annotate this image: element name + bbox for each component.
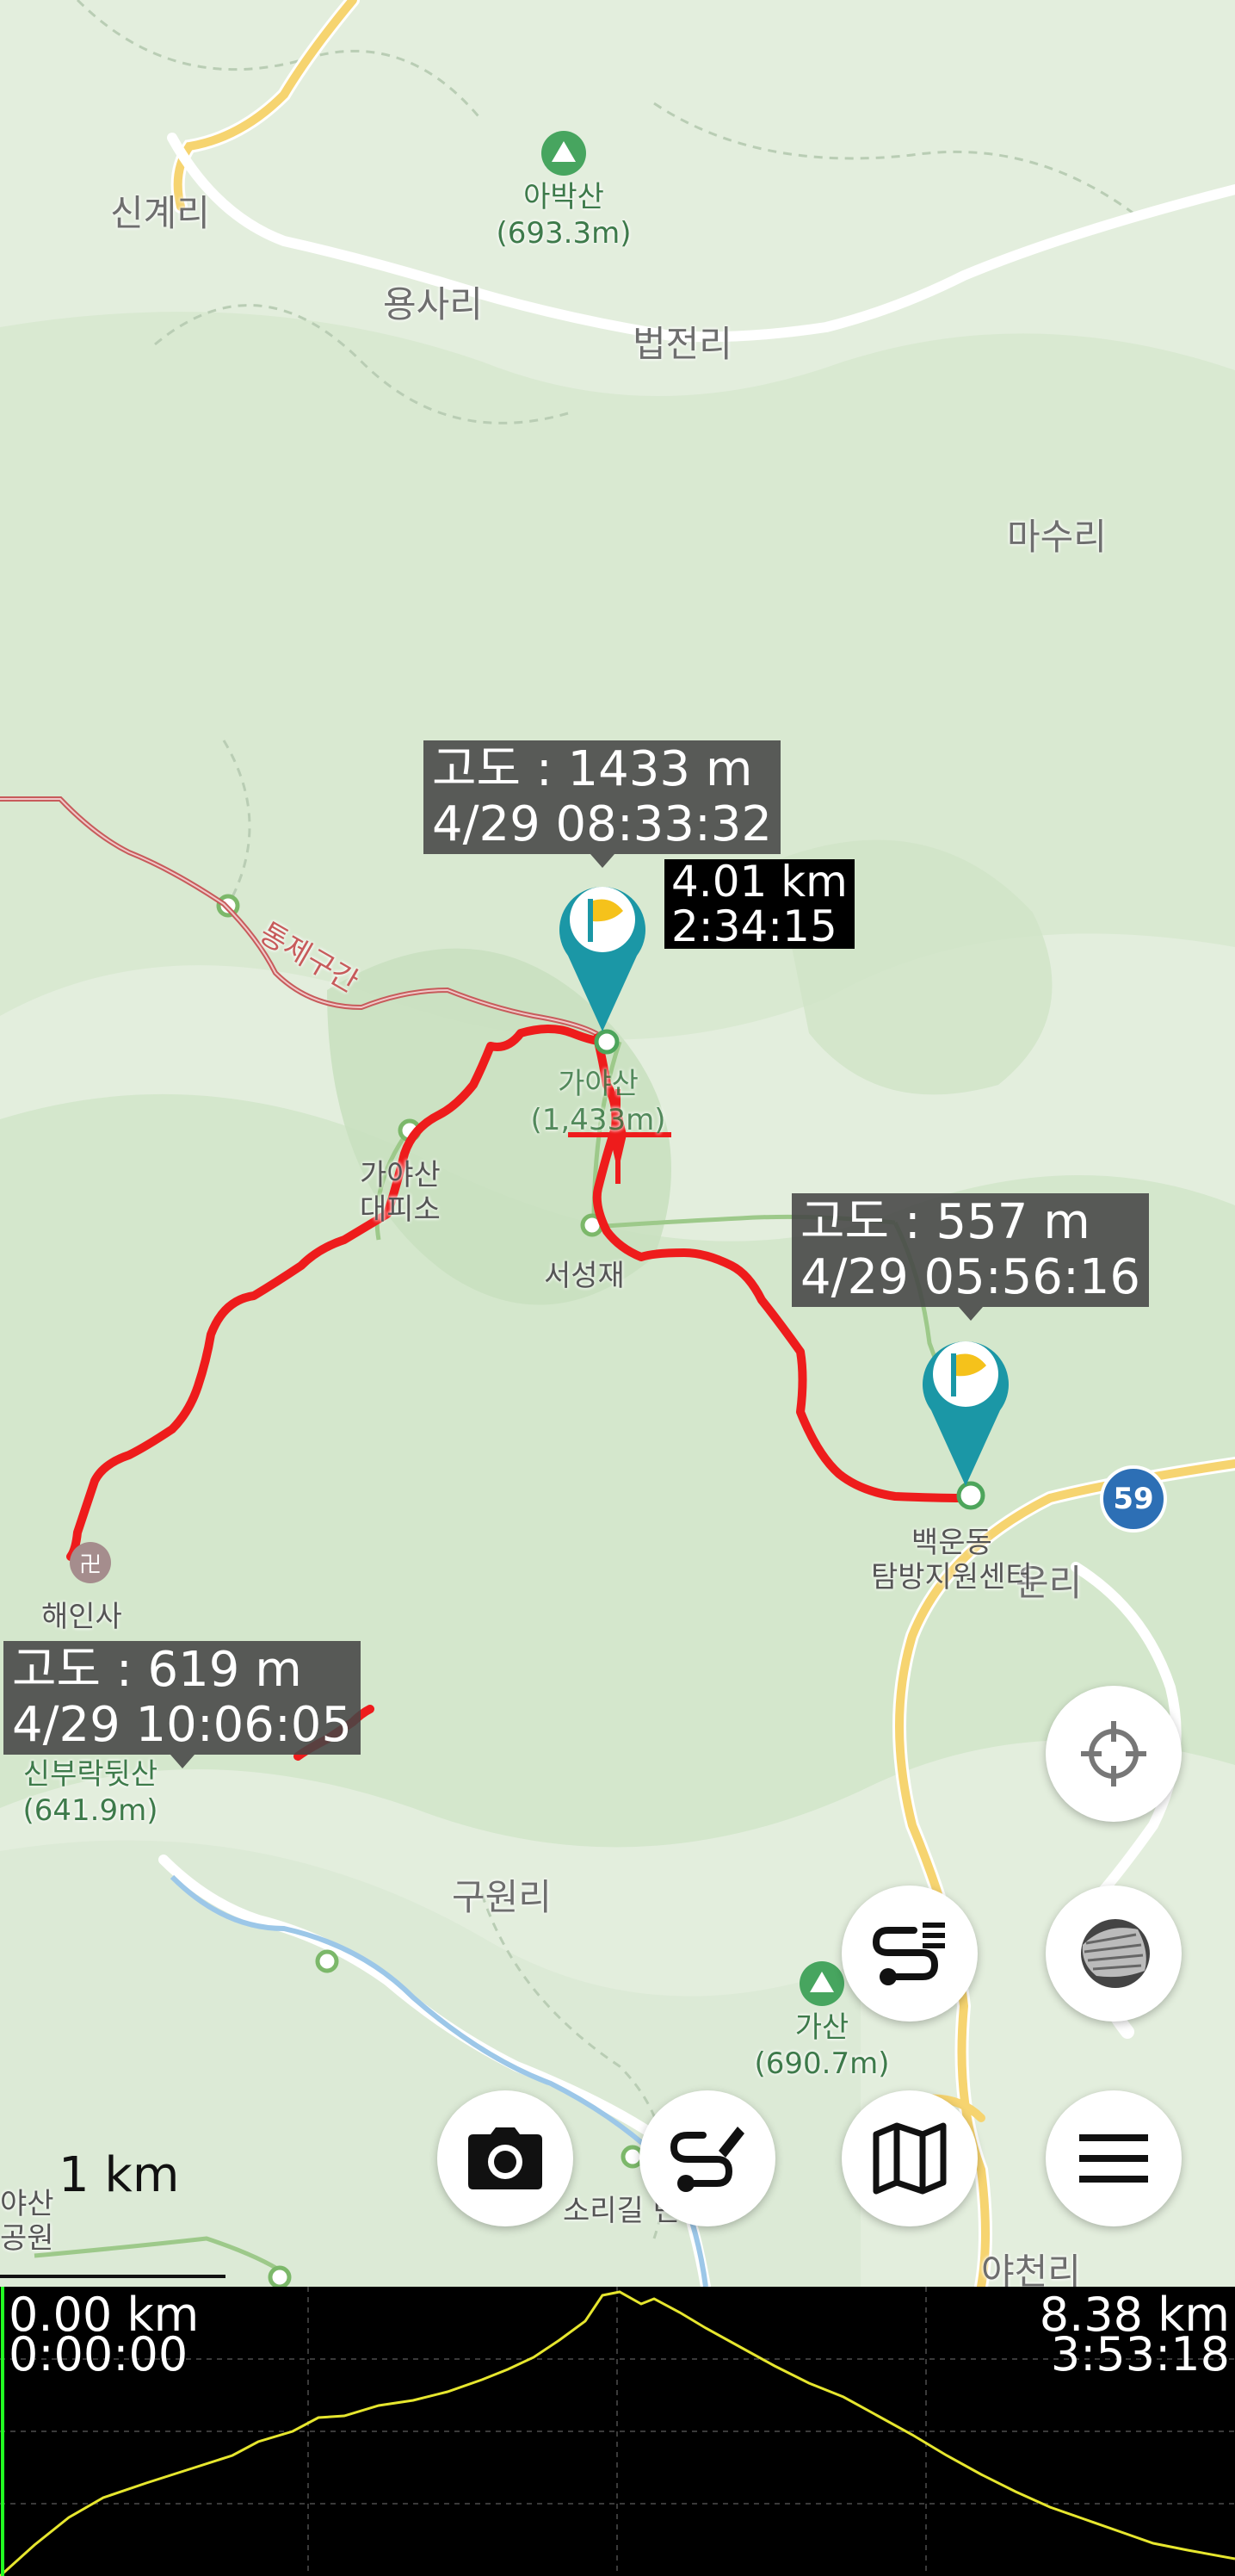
place-label-park: 야산 공원 — [0, 2187, 54, 2256]
cursor-distance-label: 4.01 km 2:34:15 — [664, 859, 855, 949]
end-altitude: 고도 : 619 m — [12, 1642, 302, 1698]
menu-icon — [1079, 2134, 1148, 2183]
mountain-icon — [800, 1961, 844, 2006]
place-label-yongsari: 용사리 — [383, 283, 483, 325]
elevation-profile[interactable]: 0.00 km 0:00:00 8.38 km 3:53:18 — [0, 2287, 1235, 2576]
profile-end-time: 3:53:18 — [1050, 2327, 1230, 2381]
start-info-callout: 고도 : 557 m 4/29 05:56:16 — [792, 1193, 1150, 1321]
place-label-beopjeonri: 법전리 — [633, 323, 732, 365]
map-icon — [873, 2122, 947, 2195]
place-label-guwonri: 구원리 — [452, 1876, 552, 1918]
place-label-masuri: 마수리 — [1007, 516, 1107, 558]
crosshair-icon — [1081, 1721, 1146, 1786]
draw-route-button[interactable] — [639, 2090, 775, 2226]
start-time: 4/29 05:56:16 — [800, 1249, 1141, 1305]
scale-bar — [0, 2275, 225, 2278]
place-label-haeinsa: 해인사 — [41, 1600, 122, 1634]
summit-flag-pin[interactable] — [551, 870, 654, 1033]
profile-start-time: 0:00:00 — [9, 2327, 188, 2381]
peak-name: 가야산 — [558, 1067, 639, 1101]
place-label-gayasan-shelter: 가야산 대피소 — [360, 1158, 441, 1227]
route-number-badge: 59 — [1100, 1465, 1167, 1533]
end-info-callout: 고도 : 619 m 4/29 10:06:05 — [3, 1641, 361, 1768]
peak-elevation: (693.3m) — [496, 216, 632, 251]
summit-time: 4/29 08:33:32 — [432, 796, 773, 852]
place-label-yacheonri: 야천리 — [981, 2251, 1081, 2287]
route-list-icon — [872, 1923, 945, 1985]
place-label-seoseongjae: 서성재 — [544, 1259, 625, 1293]
place-label-baegundong: 백운동 탐방지원센터 — [871, 1526, 1033, 1595]
summit-info-callout: 고도 : 1433 m 4/29 08:33:32 — [423, 740, 781, 868]
svg-text:卍: 卍 — [79, 1552, 102, 1578]
peak-elevation: (690.7m) — [754, 2047, 890, 2081]
peak-elevation: (1,433m) — [530, 1103, 666, 1137]
map-button[interactable] — [842, 2090, 978, 2226]
locate-button[interactable] — [1046, 1686, 1182, 1822]
camera-button[interactable] — [437, 2090, 573, 2226]
scale-label: 1 km — [59, 2147, 180, 2203]
peak-sinburak: 신부락뒷산 (641.9m) — [0, 1756, 181, 1829]
mountain-icon — [541, 131, 586, 176]
peak-name: 신부락뒷산 — [22, 1757, 158, 1792]
place-label-singyeri: 신계리 — [110, 192, 210, 234]
peak-elevation: (641.9m) — [22, 1793, 158, 1828]
start-flag-pin[interactable] — [914, 1324, 1017, 1488]
peak-name: 가산 — [794, 2010, 849, 2045]
map-view[interactable]: 卍 신계리 용사리 법전리 마수리 구원리 야천리 운리 해인사 백운동 탐방지… — [0, 0, 1235, 2287]
camera-icon — [468, 2127, 542, 2189]
route-list-button[interactable] — [842, 1886, 978, 2022]
peak-name: 아박산 — [523, 180, 604, 214]
start-altitude: 고도 : 557 m — [800, 1194, 1090, 1250]
cursor-elapsed-time: 2:34:15 — [671, 901, 837, 951]
draw-route-icon — [670, 2127, 744, 2192]
summit-altitude: 고도 : 1433 m — [432, 741, 753, 797]
layers-icon — [1081, 1919, 1150, 1988]
peak-abaksan: 아박산 (693.3m) — [491, 131, 637, 251]
menu-button[interactable] — [1046, 2090, 1182, 2226]
end-time: 4/29 10:06:05 — [12, 1697, 353, 1753]
cursor-distance: 4.01 km — [671, 857, 848, 907]
layers-button[interactable] — [1046, 1886, 1182, 2022]
peak-gayasan: 가야산 (1,433m) — [512, 1066, 684, 1138]
